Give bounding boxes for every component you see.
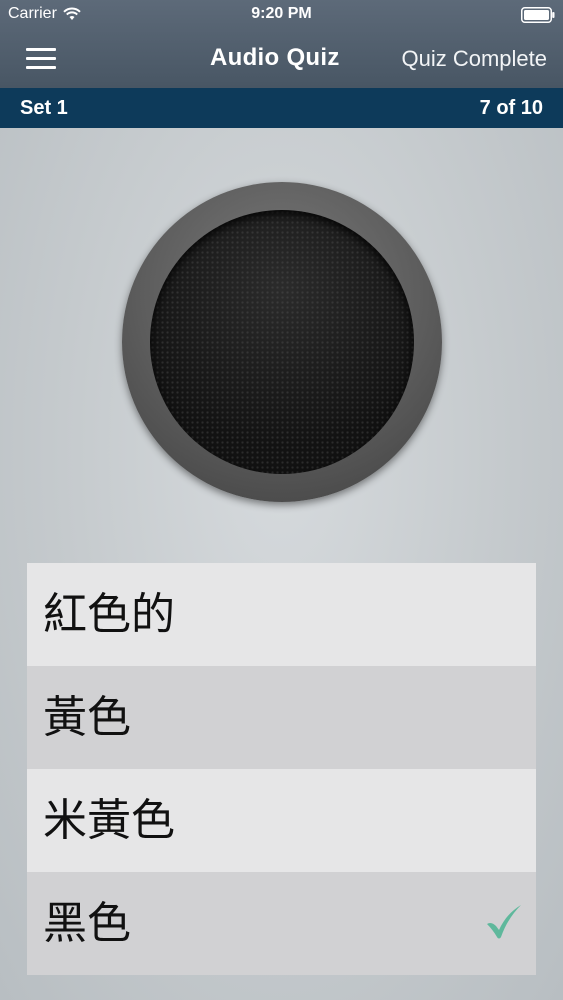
status-bar: Carrier 9:20 PM: [0, 0, 563, 30]
speaker-grille-icon: [150, 210, 414, 474]
answer-label: 紅色的: [43, 589, 175, 640]
screen: Carrier 9:20 PM Audio Quiz Quiz Complete…: [0, 0, 563, 1000]
answer-label: 米黃色: [43, 795, 175, 846]
answer-option-2[interactable]: 黃色: [27, 666, 536, 769]
correct-check-icon: [487, 905, 521, 939]
answer-label: 黑色: [43, 898, 131, 949]
answer-option-3[interactable]: 米黃色: [27, 769, 536, 872]
question-progress: 7 of 10: [479, 97, 543, 119]
nav-bar: Audio Quiz Quiz Complete: [0, 30, 563, 88]
quiz-complete-button[interactable]: Quiz Complete: [401, 46, 547, 72]
answer-label: 黃色: [43, 692, 131, 743]
page-title: Audio Quiz: [210, 44, 340, 71]
answer-option-4[interactable]: 黑色: [27, 872, 536, 975]
play-audio-speaker-button[interactable]: [122, 182, 442, 502]
menu-button[interactable]: [18, 42, 64, 76]
answer-option-1[interactable]: 紅色的: [27, 563, 536, 666]
battery-icon: [521, 7, 555, 23]
header: Carrier 9:20 PM Audio Quiz Quiz Complete: [0, 0, 563, 88]
status-time: 9:20 PM: [251, 5, 312, 22]
set-label: Set 1: [20, 97, 68, 119]
answer-list: 紅色的 黃色 米黃色 黑色: [27, 563, 536, 975]
hamburger-menu-icon: [26, 48, 56, 70]
set-bar: Set 1 7 of 10: [0, 88, 563, 128]
